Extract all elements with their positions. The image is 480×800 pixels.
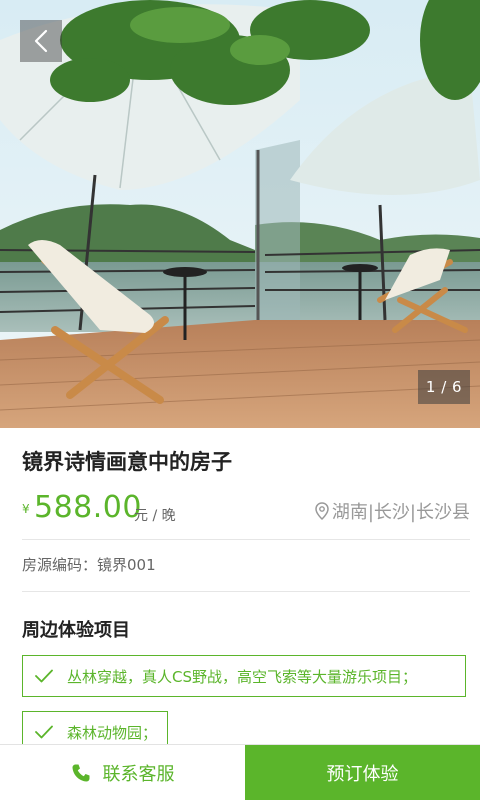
- gallery-counter: 1 / 6: [418, 370, 470, 404]
- experience-section-title: 周边体验项目: [22, 620, 130, 641]
- chevron-left-icon: [34, 29, 48, 53]
- price-value: 588.00: [34, 490, 142, 525]
- experience-item-text: 森林动物园；: [67, 723, 158, 742]
- location-text: 湖南|长沙|长沙县: [331, 502, 470, 523]
- price-unit: 元 / 晚: [134, 508, 176, 524]
- contact-service-label: 联系客服: [102, 763, 175, 785]
- currency-symbol: ¥: [22, 502, 30, 516]
- listing-title: 镜界诗情画意中的房子: [22, 450, 232, 474]
- listing-code: 房源编码：镜界001: [22, 556, 156, 574]
- back-button[interactable]: [20, 20, 62, 62]
- book-experience-button[interactable]: 预订体验: [245, 745, 480, 800]
- contact-service-button[interactable]: 联系客服: [0, 745, 245, 800]
- location-pin-icon: [315, 502, 329, 520]
- check-icon: [35, 725, 53, 739]
- experience-item-text: 丛林穿越，真人CS野战，高空飞索等大量游乐项目；: [67, 667, 417, 686]
- check-icon: [35, 669, 53, 683]
- bottom-action-bar: 联系客服 预订体验: [0, 744, 480, 800]
- phone-icon: [72, 764, 89, 781]
- hero-photo: [0, 0, 480, 428]
- experience-item: 丛林穿越，真人CS野战，高空飞索等大量游乐项目；: [22, 655, 466, 697]
- price-row: ¥ 588.00 元 / 晚 湖南|长沙|长沙县: [22, 490, 470, 530]
- divider: [22, 539, 470, 540]
- divider: [22, 591, 470, 592]
- location: 湖南|长沙|长沙县: [315, 498, 470, 524]
- hero-gallery[interactable]: 1 / 6: [0, 0, 480, 428]
